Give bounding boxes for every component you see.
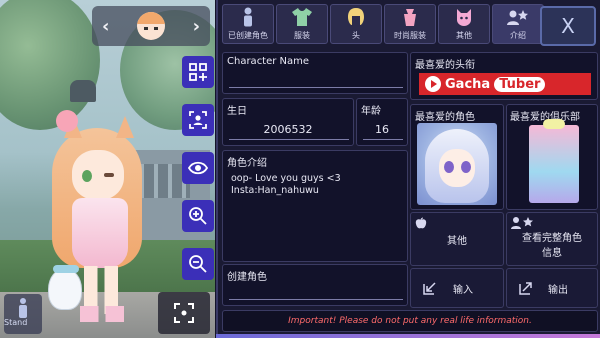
apple-icon bbox=[415, 217, 427, 229]
head-thumbnail[interactable] bbox=[137, 12, 165, 40]
favorite-title-label: 最喜爱的头衔 bbox=[415, 60, 475, 71]
logo-text-gacha: Gacha bbox=[445, 76, 491, 92]
pet-model[interactable] bbox=[48, 265, 82, 310]
focus-frame-icon bbox=[174, 303, 194, 323]
birthday-field[interactable]: 生日 2006532 bbox=[222, 98, 354, 146]
tab-profile[interactable]: 介绍 bbox=[492, 4, 544, 44]
stand-label: Stand bbox=[4, 318, 28, 327]
character-name-label: Character Name bbox=[227, 56, 310, 67]
cat-icon bbox=[453, 6, 475, 28]
prev-head-button[interactable]: ‹ bbox=[102, 16, 109, 37]
head-selector: ‹ › bbox=[92, 6, 210, 46]
gachatuber-logo: Gacha Tuber bbox=[419, 73, 591, 95]
import-icon bbox=[423, 282, 436, 295]
close-icon: X bbox=[561, 14, 575, 38]
input-underline bbox=[363, 139, 403, 140]
character-boots bbox=[80, 306, 124, 322]
view-full-info-button[interactable]: 查看完整角色 信息 bbox=[506, 212, 598, 266]
stand-pose-button[interactable]: Stand bbox=[4, 294, 42, 334]
view-full-info-label: 查看完整角色 bbox=[522, 233, 582, 244]
export-label: 输出 bbox=[548, 284, 568, 296]
tab-label: 其他 bbox=[456, 31, 472, 40]
input-underline bbox=[229, 139, 349, 140]
standing-figure-icon bbox=[18, 298, 28, 318]
age-value: 16 bbox=[375, 123, 389, 136]
qr-add-icon bbox=[189, 63, 207, 81]
bottom-accent-bar bbox=[216, 334, 600, 338]
character-face bbox=[72, 150, 124, 200]
character-dress bbox=[72, 198, 128, 268]
scan-tool-button[interactable] bbox=[182, 104, 214, 136]
export-icon bbox=[519, 282, 532, 295]
character-eye bbox=[82, 170, 92, 182]
zoom-out-button[interactable] bbox=[182, 248, 214, 280]
tab-bar: 已创建角色 服装 头 时尚服装 其他 介绍 bbox=[222, 4, 544, 44]
profile-star-icon bbox=[511, 217, 533, 229]
portrait-eye bbox=[444, 161, 454, 173]
portrait-eye bbox=[461, 161, 471, 173]
tab-other[interactable]: 其他 bbox=[438, 4, 490, 44]
cat-ear bbox=[116, 116, 134, 138]
tab-label: 服装 bbox=[294, 31, 310, 40]
lamp-background bbox=[70, 80, 96, 102]
age-field[interactable]: 年龄 16 bbox=[356, 98, 408, 146]
logo-text-tuber: Tuber bbox=[494, 76, 546, 92]
tab-fashion[interactable]: 时尚服装 bbox=[384, 4, 436, 44]
person-icon bbox=[237, 6, 259, 28]
view-full-info-label: 信息 bbox=[542, 248, 562, 259]
eye-tool-button[interactable] bbox=[182, 152, 214, 184]
tab-label: 时尚服装 bbox=[394, 31, 426, 40]
input-underline bbox=[229, 87, 403, 88]
flower-accessory bbox=[56, 110, 78, 132]
other-button[interactable]: 其他 bbox=[410, 212, 504, 266]
focus-button[interactable] bbox=[158, 292, 210, 334]
import-label: 输入 bbox=[453, 284, 473, 296]
eye-icon bbox=[188, 161, 208, 175]
tab-head[interactable]: 头 bbox=[330, 4, 382, 44]
character-description-field[interactable]: 角色介绍 oop- Love you guys <3 Insta:Han_nah… bbox=[222, 150, 408, 262]
description-line: Insta:Han_nahuwu bbox=[231, 185, 319, 196]
other-label: 其他 bbox=[447, 235, 467, 247]
favorite-character-label: 最喜爱的角色 bbox=[415, 112, 475, 123]
qr-tool-button[interactable] bbox=[182, 56, 214, 88]
privacy-warning: Important! Please do not put any real li… bbox=[222, 310, 598, 332]
import-button[interactable]: 输入 bbox=[410, 268, 504, 308]
tab-clothing[interactable]: 服装 bbox=[276, 4, 328, 44]
create-character-field[interactable]: 创建角色 bbox=[222, 264, 408, 306]
character-scene: ‹ › Stand bbox=[0, 0, 215, 338]
zoom-in-icon bbox=[189, 207, 207, 225]
zoom-in-button[interactable] bbox=[182, 200, 214, 232]
favorite-club-field[interactable]: 最喜爱的俱乐部 bbox=[506, 104, 598, 210]
favorite-character-field[interactable]: 最喜爱的角色 bbox=[410, 104, 504, 210]
shirt-icon bbox=[291, 6, 313, 28]
age-label: 年龄 bbox=[361, 106, 381, 117]
zoom-out-icon bbox=[189, 255, 207, 273]
tab-label: 介绍 bbox=[510, 31, 526, 40]
play-icon bbox=[425, 76, 441, 92]
tab-label: 已创建角色 bbox=[228, 31, 268, 40]
profile-panel: 已创建角色 服装 头 时尚服装 其他 介绍 X Character Name 生… bbox=[216, 0, 600, 338]
tab-label: 头 bbox=[352, 31, 360, 40]
profile-star-icon bbox=[507, 6, 529, 28]
character-wink bbox=[104, 173, 114, 177]
character-name-field[interactable]: Character Name bbox=[222, 52, 408, 94]
fashion-icon bbox=[399, 6, 421, 28]
scan-person-icon bbox=[189, 111, 207, 129]
next-head-button[interactable]: › bbox=[193, 16, 200, 37]
favorite-club-image bbox=[529, 119, 579, 203]
hair-icon bbox=[345, 6, 367, 28]
description-line: oop- Love you guys <3 bbox=[231, 173, 341, 184]
export-button[interactable]: 输出 bbox=[506, 268, 598, 308]
birthday-label: 生日 bbox=[227, 106, 247, 117]
birthday-value: 2006532 bbox=[263, 123, 313, 136]
close-button[interactable]: X bbox=[540, 6, 596, 46]
favorite-title-field[interactable]: 最喜爱的头衔 Gacha Tuber bbox=[410, 52, 598, 100]
description-label: 角色介绍 bbox=[227, 158, 267, 169]
favorite-character-portrait bbox=[417, 123, 497, 205]
create-character-label: 创建角色 bbox=[227, 272, 267, 283]
input-underline bbox=[229, 299, 403, 300]
tab-created-characters[interactable]: 已创建角色 bbox=[222, 4, 274, 44]
